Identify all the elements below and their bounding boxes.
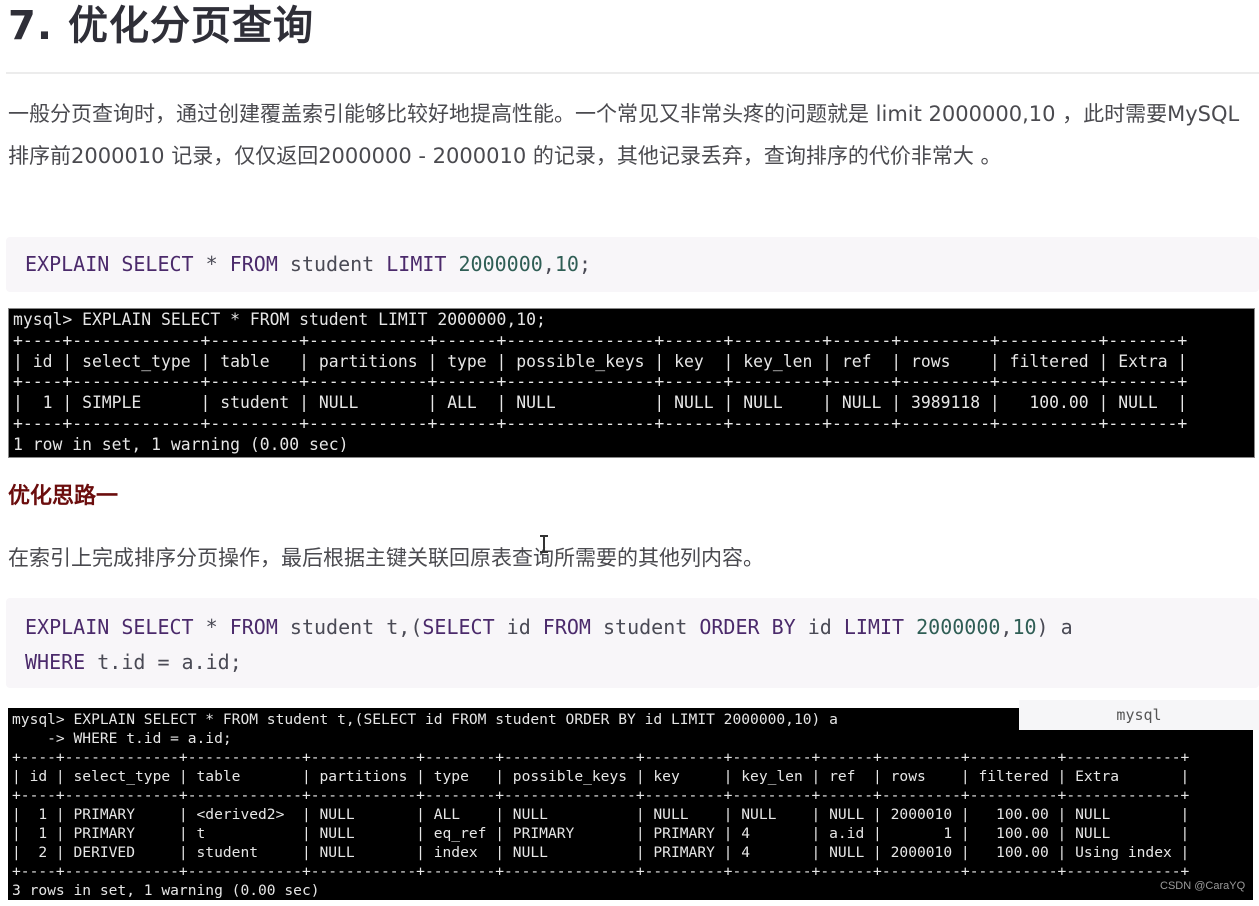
code-text: id	[795, 615, 844, 639]
code-text: ) a	[1036, 615, 1073, 639]
code-text: *	[193, 252, 230, 276]
section-paragraph: 在索引上完成排序分页操作，最后根据主键关联回原表查询所需要的其他列内容。	[8, 546, 764, 570]
code-number: 10	[554, 252, 579, 276]
watermark: CSDN @CaraYQ	[1160, 880, 1246, 892]
terminal-line: +----+-------------+-------------+------…	[12, 749, 1190, 766]
code-line: EXPLAIN SELECT * FROM student LIMIT 2000…	[25, 237, 1259, 292]
terminal-line: +----+-------------+---------+----------…	[13, 372, 1188, 392]
terminal-line: -> WHERE t.id = a.id;	[12, 730, 232, 747]
code-number: 2000000	[916, 615, 1001, 639]
code-keyword: EXPLAIN SELECT	[25, 252, 194, 276]
terminal-line: +----+-------------+---------+----------…	[13, 413, 1188, 433]
terminal-line: +----+-------------+-------------+------…	[12, 787, 1190, 804]
code-keyword: FROM	[542, 615, 591, 639]
code-keyword: WHERE	[25, 650, 86, 674]
code-keyword: LIMIT	[386, 252, 447, 276]
code-language-label: mysql	[1019, 700, 1259, 730]
code-number: 10	[1012, 615, 1037, 639]
code-text: ,	[1000, 615, 1013, 639]
terminal-line: | 2 | DERIVED | student | NULL | index |…	[12, 844, 1190, 861]
terminal-line: +----+-------------+---------+----------…	[13, 330, 1188, 350]
terminal-line: | 1 | PRIMARY | t | NULL | eq_ref | PRIM…	[12, 825, 1190, 842]
code-text: student t,(	[277, 615, 423, 639]
code-text: ,	[542, 252, 555, 276]
code-text: t.id = a.id;	[85, 650, 242, 674]
terminal-line: | id | select_type | table | partitions …	[13, 351, 1188, 371]
terminal-output-explain-limit: mysql> EXPLAIN SELECT * FROM student LIM…	[8, 308, 1255, 458]
terminal-line: | 1 | PRIMARY | <derived2> | NULL | ALL …	[12, 806, 1190, 823]
code-keyword: SELECT	[422, 615, 495, 639]
page-title: 7. 优化分页查询	[8, 3, 314, 49]
terminal-output-explain-subquery: mysql> EXPLAIN SELECT * FROM student t,(…	[8, 708, 1253, 900]
code-text: *	[193, 615, 230, 639]
terminal-line: mysql> EXPLAIN SELECT * FROM student LIM…	[13, 310, 546, 329]
section-heading: 优化思路一	[8, 484, 119, 509]
code-keyword: LIMIT	[843, 615, 905, 639]
code-text: student	[277, 252, 387, 276]
code-text: ;	[578, 252, 591, 276]
code-number: 2000000	[458, 252, 543, 276]
code-block-explain-subquery[interactable]: EXPLAIN SELECT * FROM student t,(SELECT …	[6, 598, 1259, 688]
intro-paragraph: 一般分页查询时，通过创建覆盖索引能够比较好地提高性能。一个常见又非常头疼的问题就…	[8, 102, 1240, 168]
code-block-explain-limit[interactable]: EXPLAIN SELECT * FROM student LIMIT 2000…	[6, 237, 1259, 292]
terminal-line: 3 rows in set, 1 warning (0.00 sec)	[12, 882, 320, 899]
code-text: student	[590, 615, 700, 639]
code-line: WHERE t.id = a.id;	[25, 645, 1259, 680]
terminal-line: 1 row in set, 1 warning (0.00 sec)	[13, 434, 349, 454]
code-keyword: FROM	[229, 615, 278, 639]
terminal-line: | 1 | SIMPLE | student | NULL | ALL | NU…	[13, 393, 1188, 413]
title-divider	[6, 72, 1259, 74]
text-cursor-icon	[540, 535, 548, 553]
terminal-line: +----+-------------+-------------+------…	[12, 863, 1190, 880]
code-keyword: ORDER BY	[699, 615, 796, 639]
code-text: id	[494, 615, 543, 639]
code-line: EXPLAIN SELECT * FROM student t,(SELECT …	[25, 610, 1259, 645]
code-keyword: EXPLAIN SELECT	[25, 615, 194, 639]
code-keyword: FROM	[229, 252, 278, 276]
terminal-line: | id | select_type | table | partitions …	[12, 768, 1190, 785]
